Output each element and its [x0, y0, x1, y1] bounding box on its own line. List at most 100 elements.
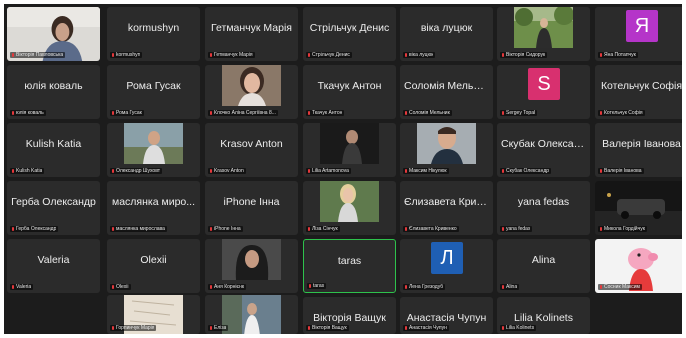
mic-muted-icon — [309, 284, 311, 288]
participant-name-label: Скубак Олександр — [500, 168, 552, 174]
participant-tile-12[interactable]: Соломія Мельник Соломія Мельник — [400, 65, 493, 119]
participant-name-text: Скубак Олександр — [506, 168, 550, 174]
participant-tile-30[interactable]: Olexii Olexii — [107, 239, 200, 293]
mic-muted-icon — [308, 111, 310, 115]
participant-tile-34[interactable]: Alina Alina — [497, 239, 590, 293]
participant-display-name: Соломія Мельник — [404, 80, 490, 92]
participant-video — [222, 239, 281, 280]
participant-name-label: Вікторія Павловська — [10, 52, 66, 58]
participant-tile-8[interactable]: юлія коваль юлія коваль — [7, 65, 100, 119]
participant-tile-36[interactable]: Горпинчук Марія — [107, 295, 200, 334]
participant-display-name: Krasov Anton — [220, 138, 283, 150]
participant-tile-26[interactable]: Єлизавета Крив... Єлизавета Кривенко — [400, 181, 493, 235]
participant-display-name: taras — [337, 255, 362, 267]
participant-tile-3[interactable]: Гетманчук Марія Гетманчук Марія — [205, 7, 298, 61]
mic-muted-icon — [210, 227, 212, 231]
participant-avatar: Л — [431, 242, 463, 274]
participant-tile-38[interactable]: Вікторія Ващук Вікторія Ващук — [303, 297, 396, 334]
participant-tile-16[interactable]: Олександр Шуховт — [107, 123, 200, 177]
participant-tile-5[interactable]: віка луцюк віка луцюк — [400, 7, 493, 61]
participant-tile-37[interactable]: Еліза — [205, 295, 298, 334]
participant-name-text: Клочко Аліна Сергіївна 8... — [214, 110, 276, 116]
participant-tile-6[interactable]: Вікторія Сидорук — [497, 7, 590, 61]
participant-tile-27[interactable]: yana fedas yana fedas — [497, 181, 590, 235]
participant-name-label: маслянка мирослава — [110, 226, 167, 232]
mic-muted-icon — [600, 285, 602, 289]
participant-video — [514, 7, 573, 48]
participant-name-text: Alina — [506, 284, 518, 290]
participant-tile-13[interactable]: S Sergey Topal — [497, 65, 590, 119]
participant-name-text: yana fedas — [506, 226, 531, 232]
participant-tile-19[interactable]: Максим Нікулюк — [400, 123, 493, 177]
participant-name-label: Вікторія Сидорук — [500, 52, 548, 58]
participant-name-label: Соломія Мельник — [403, 110, 452, 116]
participant-tile-4[interactable]: Стрільчук Денис Стрільчук Денис — [303, 7, 396, 61]
participant-tile-32[interactable]: taras taras — [303, 239, 396, 293]
participant-name-text: Krasov Anton — [214, 168, 244, 174]
participant-name-label: юлія коваль — [10, 110, 46, 116]
participant-name-label: Валерія Іванова — [598, 168, 644, 174]
participant-name-label: Krasov Anton — [208, 168, 246, 174]
gallery-view: Вікторія Павловська kormushyn kormushyn Гет… — [4, 4, 682, 334]
participant-name-label: Lilia Kolinets — [500, 325, 537, 331]
participant-name-label: Олександр Шуховт — [110, 168, 163, 174]
participant-name-label: Ліза Сінчук — [306, 226, 340, 232]
participant-tile-20[interactable]: Скубак Олексан... Скубак Олександр — [497, 123, 590, 177]
participant-tile-25[interactable]: Ліза Сінчук — [303, 181, 396, 235]
participant-tile-21[interactable]: Валерія Іванова Валерія Іванова — [595, 123, 682, 177]
participant-name-text: Соломія Мельник — [409, 110, 450, 116]
mic-muted-icon — [308, 169, 310, 173]
participant-tile-1[interactable]: Вікторія Павловська — [7, 7, 100, 61]
participant-display-name: Єлизавета Крив... — [404, 196, 491, 208]
participant-display-name: Ткачук Антон — [317, 80, 382, 92]
participant-display-name: Анастасія Чупун — [406, 312, 487, 324]
participant-tile-7[interactable]: Я Яна Потапчук — [595, 7, 682, 61]
mic-muted-icon — [12, 53, 14, 57]
participant-avatar: Я — [626, 10, 658, 42]
participant-tile-29[interactable]: Valeria Valeria — [7, 239, 100, 293]
mic-muted-icon — [308, 53, 310, 57]
participant-tile-40[interactable]: Lilia Kolinets Lilia Kolinets — [497, 297, 590, 334]
participant-tile-18[interactable]: Lilia Artamonova — [303, 123, 396, 177]
participant-display-name: Гетманчук Марія — [211, 22, 292, 34]
participant-name-text: Ткачук Антон — [312, 110, 343, 116]
participant-tile-23[interactable]: маслянка миро... маслянка мирослава — [107, 181, 200, 235]
participant-tile-2[interactable]: kormushyn kormushyn — [107, 7, 200, 61]
participant-name-text: taras — [313, 283, 325, 289]
mic-muted-icon — [112, 326, 114, 330]
participant-tile-24[interactable]: iPhone Інна iPhone Інна — [205, 181, 298, 235]
participant-name-label: taras — [307, 283, 327, 289]
participant-display-name: Lilia Kolinets — [514, 312, 573, 324]
participant-tile-35[interactable]: Сосник Максим — [595, 239, 682, 293]
participant-name-text: Олександр Шуховт — [116, 168, 161, 174]
mic-muted-icon — [210, 111, 212, 115]
participant-tile-14[interactable]: Котельчук Софія Котельчук Софія — [595, 65, 682, 119]
participant-display-name: Валерія Іванова — [602, 138, 681, 150]
participant-tile-22[interactable]: Герба Олександр Герба Олександр — [7, 181, 100, 235]
participant-tile-10[interactable]: Клочко Аліна Сергіївна 8... — [205, 65, 298, 119]
participant-name-label: Вікторія Ващук — [306, 325, 349, 331]
participant-name-label: Єлизавета Кривенко — [403, 226, 459, 232]
participant-tile-28[interactable]: Микола Гордійчук — [595, 181, 682, 235]
participant-tile-17[interactable]: Krasov Anton Krasov Anton — [205, 123, 298, 177]
participant-name-text: Lilia Kolinets — [506, 325, 535, 331]
participant-name-label: Kulish Katia — [10, 168, 45, 174]
participant-name-text: Микола Гордійчук — [604, 226, 645, 232]
mic-muted-icon — [405, 326, 407, 330]
participant-tile-11[interactable]: Ткачук Антон Ткачук Антон — [303, 65, 396, 119]
mic-muted-icon — [600, 169, 602, 173]
participant-tile-9[interactable]: Рома Гусак Рома Гусак — [107, 65, 200, 119]
participant-name-text: Сосник Максим — [604, 284, 640, 290]
participant-name-text: Стрільчук Денис — [312, 52, 350, 58]
mic-muted-icon — [600, 227, 602, 231]
mic-muted-icon — [112, 285, 114, 289]
participant-tile-15[interactable]: Kulish Katia Kulish Katia — [7, 123, 100, 177]
participant-video — [320, 123, 379, 164]
participant-name-text: Sergey Topal — [506, 110, 536, 116]
participant-tile-39[interactable]: Анастасія Чупун Анастасія Чупун — [400, 297, 493, 334]
participant-tile-33[interactable]: Л Лена Грезодуб — [400, 239, 493, 293]
participant-tile-31[interactable]: Аня Корнієнк — [205, 239, 298, 293]
mic-muted-icon — [502, 111, 504, 115]
participant-video — [320, 181, 379, 222]
participant-name-text: iPhone Інна — [214, 226, 241, 232]
